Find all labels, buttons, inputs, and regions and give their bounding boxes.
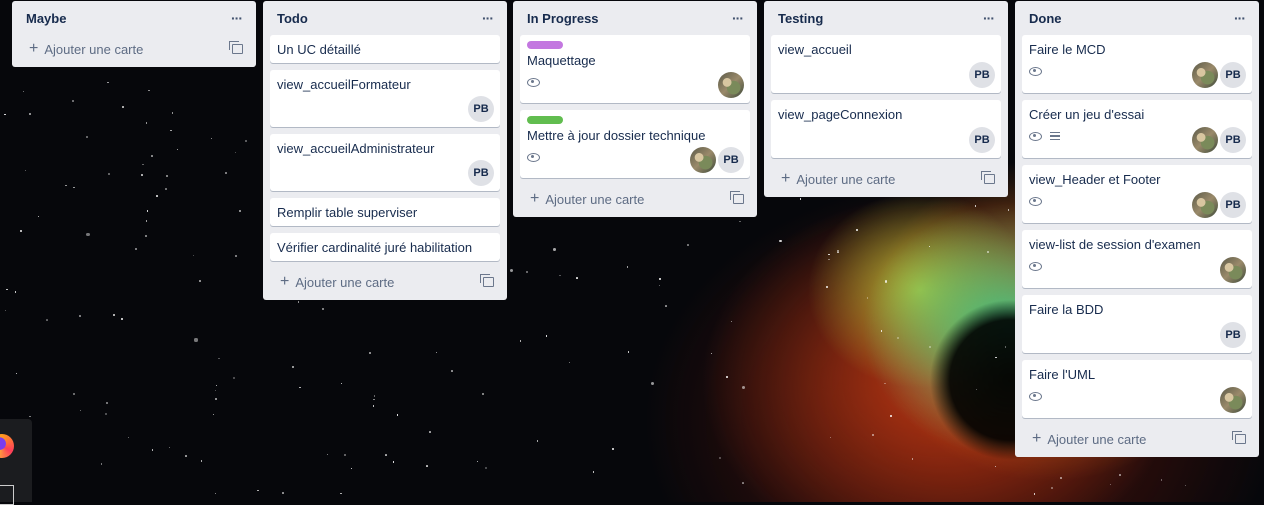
card[interactable]: Faire le MCD PB — [1022, 35, 1252, 93]
card-template-icon[interactable] — [730, 191, 744, 204]
list-testing: Testing ··· view_accueil PB view_pageCon… — [764, 1, 1008, 197]
card[interactable]: view_pageConnexion PB — [771, 100, 1001, 158]
add-card-label: Ajouter une carte — [44, 41, 144, 57]
list-maybe: Maybe ··· + Ajouter une carte — [12, 1, 256, 67]
member-avatar[interactable] — [1220, 387, 1246, 413]
card-label[interactable] — [527, 41, 563, 49]
eye-icon — [527, 77, 540, 87]
card-template-icon[interactable] — [981, 171, 995, 184]
add-card-label: Ajouter une carte — [295, 274, 395, 290]
add-card-button[interactable]: + Ajouter une carte — [781, 171, 895, 187]
member-avatar[interactable] — [1220, 257, 1246, 283]
list-title[interactable]: In Progress — [527, 11, 599, 26]
list-in-progress: In Progress ··· Maquettage Mettre à jour… — [513, 1, 757, 217]
dock-panel — [0, 419, 32, 505]
member-avatar[interactable] — [1192, 127, 1218, 153]
card-title: view-list de session d'examen — [1029, 237, 1201, 252]
card[interactable]: view_accueilFormateur PB — [270, 70, 500, 127]
card[interactable]: Créer un jeu d'essai PB — [1022, 100, 1252, 158]
card[interactable]: Un UC détaillé — [270, 35, 500, 63]
add-card-label: Ajouter une carte — [545, 191, 645, 207]
add-card-button[interactable]: + Ajouter une carte — [1032, 431, 1146, 447]
card-template-icon[interactable] — [1232, 431, 1246, 444]
list-menu-icon[interactable]: ··· — [1234, 10, 1246, 26]
card[interactable]: view_accueilAdministrateur PB — [270, 134, 500, 191]
card-title: Vérifier cardinalité juré habilitation — [277, 240, 473, 255]
eye-icon — [1029, 261, 1042, 271]
member-avatar[interactable]: PB — [1220, 62, 1246, 88]
card-template-icon[interactable] — [229, 41, 243, 54]
eye-icon — [527, 152, 540, 162]
add-card-button[interactable]: + Ajouter une carte — [29, 41, 143, 57]
list-todo: Todo ··· Un UC détaillé view_accueilForm… — [263, 1, 507, 300]
card-title: Maquettage — [527, 53, 596, 68]
eye-icon — [1029, 391, 1042, 401]
member-avatar[interactable] — [1192, 62, 1218, 88]
card-label[interactable] — [527, 116, 563, 124]
card-title: Faire le MCD — [1029, 42, 1106, 57]
description-icon — [1050, 131, 1060, 141]
member-avatar[interactable]: PB — [1220, 192, 1246, 218]
eye-icon — [1029, 131, 1042, 141]
list-menu-icon[interactable]: ··· — [231, 10, 243, 26]
card[interactable]: view_Header et Footer PB — [1022, 165, 1252, 223]
plus-icon: + — [29, 40, 39, 57]
card[interactable]: Faire la BDD PB — [1022, 295, 1252, 353]
member-avatar[interactable]: PB — [969, 62, 995, 88]
plus-icon: + — [781, 170, 791, 187]
member-avatar[interactable]: PB — [1220, 127, 1246, 153]
card-template-icon[interactable] — [480, 274, 494, 287]
eye-icon — [1029, 66, 1042, 76]
member-avatar[interactable] — [690, 147, 716, 173]
member-avatar[interactable] — [718, 72, 744, 98]
add-card-label: Ajouter une carte — [796, 171, 896, 187]
card-title: view_accueilFormateur — [277, 77, 411, 92]
add-card-label: Ajouter une carte — [1047, 431, 1147, 447]
card[interactable]: Vérifier cardinalité juré habilitation — [270, 233, 500, 261]
firefox-icon[interactable] — [0, 434, 14, 458]
member-avatar[interactable]: PB — [969, 127, 995, 153]
card-title: Un UC détaillé — [277, 42, 361, 57]
member-avatar[interactable]: PB — [718, 147, 744, 173]
card-title: Faire la BDD — [1029, 302, 1104, 317]
member-avatar[interactable]: PB — [1220, 322, 1246, 348]
member-avatar[interactable]: PB — [468, 160, 494, 186]
card[interactable]: Mettre à jour dossier technique PB — [520, 110, 750, 178]
plus-icon: + — [1032, 430, 1042, 447]
card[interactable]: Remplir table superviser — [270, 198, 500, 226]
add-card-button[interactable]: + Ajouter une carte — [530, 191, 644, 207]
list-menu-icon[interactable]: ··· — [732, 10, 744, 26]
list-title[interactable]: Maybe — [26, 11, 66, 26]
list-menu-icon[interactable]: ··· — [482, 10, 494, 26]
list-done: Done ··· Faire le MCD PB Créer un jeu d'… — [1015, 1, 1259, 457]
card-title: Faire l'UML — [1029, 367, 1096, 382]
list-title[interactable]: Testing — [778, 11, 823, 26]
add-card-button[interactable]: + Ajouter une carte — [280, 274, 394, 290]
member-avatar[interactable]: PB — [468, 96, 494, 122]
plus-icon: + — [280, 273, 290, 290]
card[interactable]: Maquettage — [520, 35, 750, 103]
card[interactable]: Faire l'UML — [1022, 360, 1252, 418]
card[interactable]: view_accueil PB — [771, 35, 1001, 93]
list-title[interactable]: Todo — [277, 11, 308, 26]
eye-icon — [1029, 196, 1042, 206]
card-title: Créer un jeu d'essai — [1029, 107, 1145, 122]
list-menu-icon[interactable]: ··· — [983, 10, 995, 26]
member-avatar[interactable] — [1192, 192, 1218, 218]
card-title: view_accueil — [778, 42, 852, 57]
card-title: Remplir table superviser — [277, 205, 418, 220]
card-title: view_pageConnexion — [778, 107, 903, 122]
list-title[interactable]: Done — [1029, 11, 1062, 26]
card[interactable]: view-list de session d'examen — [1022, 230, 1252, 288]
card-title: view_Header et Footer — [1029, 172, 1161, 187]
plus-icon: + — [530, 190, 540, 207]
window-icon[interactable] — [0, 485, 14, 505]
card-title: Mettre à jour dossier technique — [527, 128, 706, 143]
card-title: view_accueilAdministrateur — [277, 141, 435, 156]
